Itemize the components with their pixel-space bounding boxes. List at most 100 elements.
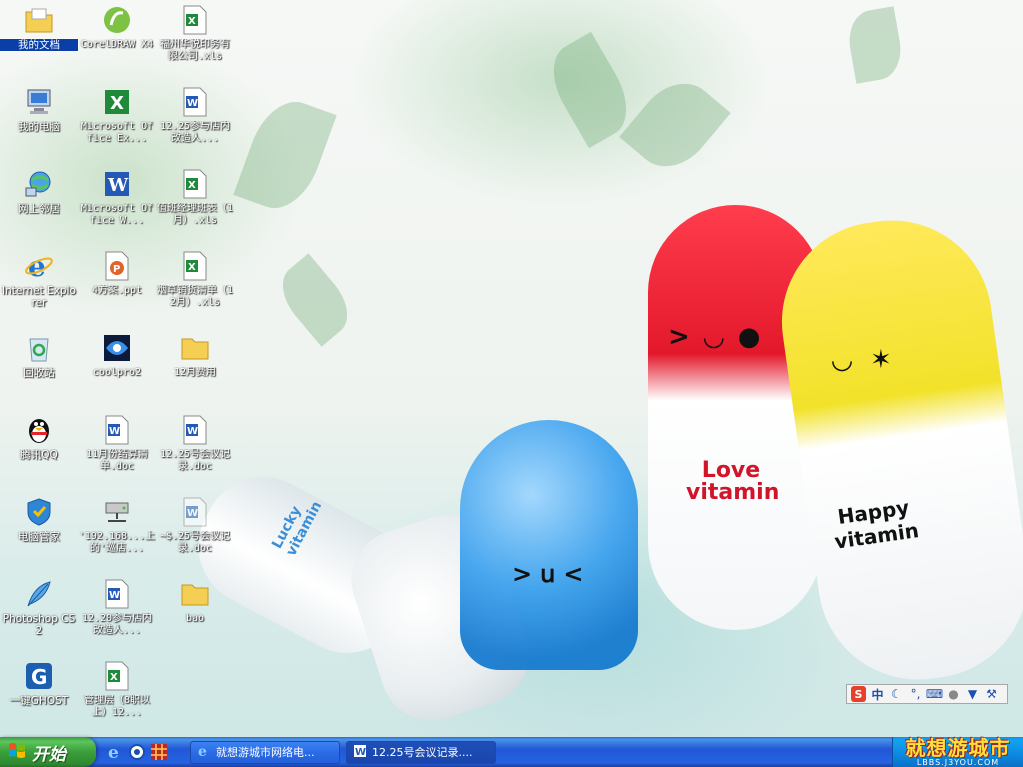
svg-text:W: W (109, 426, 120, 437)
yellow-capsule (769, 207, 1023, 693)
desktop-icon-word[interactable]: W Microsoft Office W... (78, 168, 156, 227)
task-label: 12.25号会议记录.... (372, 746, 473, 759)
excel-icon: X (101, 86, 133, 118)
desktop-icon-label: 11月份结算清单.doc (85, 449, 149, 472)
folder-icon (179, 578, 211, 610)
desktop-icon-label: bao (185, 613, 205, 624)
word-temp-file-icon: W (179, 496, 211, 528)
svg-text:W: W (187, 426, 198, 437)
user-icon[interactable]: ● (946, 686, 961, 702)
task-label: 就想游城市网络电... (216, 746, 315, 759)
system-tray: 就想游城市 LBBS.J3YOU.COM (892, 737, 1023, 767)
wallpaper-leaf (619, 68, 731, 182)
desktop-icon-label: 值班经理班表（1月）.xls (156, 203, 234, 226)
svg-text:X: X (110, 93, 124, 114)
recycle-bin-icon (23, 332, 55, 364)
desktop-icon-label: 电脑管家 (18, 531, 60, 543)
desktop-icon-label: 福州华悦印务有限公司.xls (160, 39, 230, 62)
desktop-icon-qq[interactable]: 腾讯QQ (0, 414, 78, 461)
word-file-icon: W (101, 414, 133, 446)
my-computer-icon (23, 86, 55, 118)
desktop-icon-word-temp-file[interactable]: W ~$.25号会议记录.doc (156, 496, 234, 555)
desktop-icon-label: 12.20参与店内改造人... (81, 613, 153, 636)
quick-launch: e (106, 743, 168, 761)
wallpaper-leaf (844, 6, 906, 84)
blue-capsule (460, 420, 638, 670)
blue-capsule-face: >𝗎< (512, 560, 592, 588)
network-drive-icon (101, 496, 133, 528)
desktop-icon-coreldraw[interactable]: CorelDRAW X4 (78, 4, 156, 51)
desktop-icon-coolpro[interactable]: coolpro2 (78, 332, 156, 379)
desktop-icon-recycle-bin[interactable]: 回收站 (0, 332, 78, 379)
svg-text:X: X (188, 16, 196, 27)
site-watermark: 就想游城市 (905, 735, 1011, 760)
svg-text:e: e (198, 744, 207, 758)
desktop-icon-label: coolpro2 (92, 367, 142, 378)
start-button[interactable]: 开始 (0, 737, 96, 767)
browser-icon[interactable] (128, 743, 146, 761)
svg-text:W: W (187, 98, 198, 109)
excel-file-icon: X (179, 168, 211, 200)
wallpaper-leaf (233, 91, 337, 219)
desktop-icon-excel-file[interactable]: X 福州华悦印务有限公司.xls (156, 4, 234, 63)
keyboard-icon[interactable]: ⌨ (926, 686, 943, 702)
svg-text:W: W (355, 747, 366, 758)
coreldraw-icon (101, 4, 133, 36)
word-file-icon: W (101, 578, 133, 610)
desktop[interactable]: Lucky vitamin >𝗎< >◡● Love vitamin ◡✶ Ha… (0, 0, 1023, 737)
desktop-icon-label: 腾讯QQ (20, 449, 58, 461)
folder-icon (179, 332, 211, 364)
task-button-browser[interactable]: e 就想游城市网络电... (190, 740, 340, 764)
desktop-icon-pc-manager[interactable]: 电脑管家 (0, 496, 78, 543)
desktop-icon-word-file[interactable]: W 12.25号会议记录.doc (156, 414, 234, 473)
desktop-icon-ppt-file[interactable]: P 4方案.ppt (78, 250, 156, 297)
punctuation-icon[interactable]: °, (908, 686, 923, 702)
desktop-icon-label: 烟草销货清单（12月）.xls (156, 285, 234, 308)
desktop-icon-label: Microsoft Office Ex... (80, 121, 154, 144)
svg-text:X: X (188, 262, 196, 273)
wrench-icon[interactable]: ⚒ (984, 686, 999, 702)
desktop-icon-folder[interactable]: 12月费用 (156, 332, 234, 379)
ime-toolbar[interactable]: S 中 ☾ °, ⌨ ● ▼ ⚒ (846, 684, 1008, 704)
desktop-icon-network-places[interactable]: 网上邻居 (0, 168, 78, 215)
grid-app-icon[interactable] (150, 743, 168, 761)
internet-explorer-icon: e (23, 250, 55, 282)
red-capsule-face: >◡● (668, 322, 775, 352)
desktop-icon-folder[interactable]: bao (156, 578, 234, 625)
moon-icon[interactable]: ☾ (889, 686, 904, 702)
desktop-icon-my-documents[interactable]: 我的文档 (0, 4, 79, 52)
desktop-icon-ghost[interactable]: G 一键GHOST (0, 660, 78, 707)
photoshop-feather-icon (23, 578, 55, 610)
pc-manager-shield-icon (23, 496, 55, 528)
desktop-icon-word-file[interactable]: W 12.20参与店内改造人... (78, 578, 156, 637)
svg-text:W: W (107, 175, 129, 196)
desktop-icon-my-computer[interactable]: 我的电脑 (0, 86, 78, 133)
shirt-icon[interactable]: ▼ (965, 686, 980, 702)
desktop-icon-label: 管理层（8职以上）12... (83, 695, 151, 718)
desktop-icon-word-file[interactable]: W 11月份结算清单.doc (78, 414, 156, 473)
my-documents-folder-icon (23, 4, 55, 36)
sogou-s-icon[interactable]: S (851, 686, 866, 702)
desktop-icon-label: '192.168...上的'巡店... (78, 531, 156, 554)
ime-lang-toggle[interactable]: 中 (870, 686, 885, 702)
desktop-icon-internet-explorer[interactable]: e Internet Explorer (0, 250, 78, 309)
ie-icon[interactable]: e (106, 743, 124, 761)
desktop-icon-label: 一键GHOST (9, 695, 69, 707)
desktop-icon-network-drive[interactable]: '192.168...上的'巡店... (78, 496, 156, 555)
desktop-icon-excel-file[interactable]: X 烟草销货清单（12月）.xls (156, 250, 234, 309)
wallpaper-leaf (270, 253, 360, 347)
desktop-icon-excel[interactable]: X Microsoft Office Ex... (78, 86, 156, 145)
task-button-word[interactable]: W 12.25号会议记录.... (346, 740, 496, 764)
desktop-icon-excel-file[interactable]: X 管理层（8职以上）12... (78, 660, 156, 719)
desktop-icon-label: 我的电脑 (18, 121, 60, 133)
desktop-icon-excel-file[interactable]: X 值班经理班表（1月）.xls (156, 168, 234, 227)
ie-window-icon: e (197, 744, 211, 761)
desktop-icon-label: Microsoft Office W... (80, 203, 154, 226)
ghost-icon: G (23, 660, 55, 692)
word-icon: W (101, 168, 133, 200)
desktop-icon-label: 网上邻居 (18, 203, 60, 215)
desktop-icon-label: 回收站 (23, 367, 55, 379)
desktop-icon-photoshop[interactable]: Photoshop CS2 (0, 578, 78, 637)
desktop-icon-word-file[interactable]: W 12.25参与店内改造人... (156, 86, 234, 145)
qq-penguin-icon (23, 414, 55, 446)
